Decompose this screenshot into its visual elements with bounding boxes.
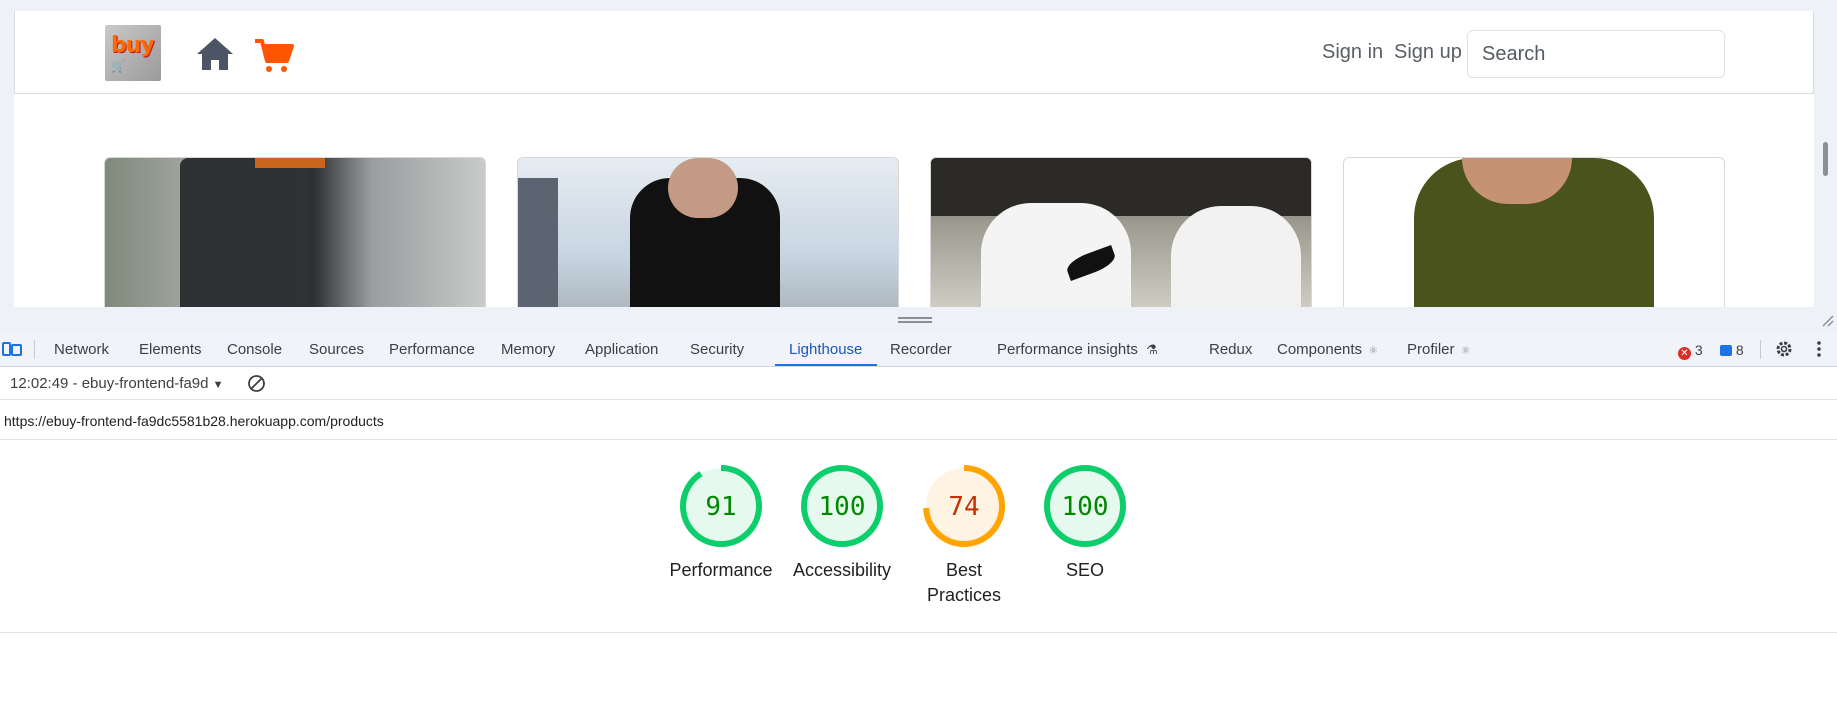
product-card[interactable] xyxy=(1343,157,1725,307)
product-image-detail xyxy=(668,158,738,218)
separator xyxy=(1760,340,1761,359)
logo-cart-icon: 🛒 xyxy=(111,59,126,73)
tab-elements[interactable]: Elements xyxy=(139,341,202,358)
gauge-label: Best Practices xyxy=(904,558,1024,608)
product-card[interactable] xyxy=(104,157,486,307)
tab-profiler[interactable]: Profiler ⚛ xyxy=(1407,341,1471,358)
cart-icon[interactable] xyxy=(253,35,295,75)
report-select[interactable]: 12:02:49 - ebuy-frontend-fa9d ▼ xyxy=(10,375,224,392)
site-navbar: buy 🛒 Sign in Sign up xyxy=(14,11,1814,94)
tab-memory[interactable]: Memory xyxy=(501,341,555,358)
divider xyxy=(0,632,1837,633)
tab-network[interactable]: Network xyxy=(54,341,109,358)
sign-up-link[interactable]: Sign up xyxy=(1394,41,1462,64)
gauge-label: Accessibility xyxy=(792,560,892,580)
clear-icon[interactable] xyxy=(247,374,266,393)
react-icon: ⚛ xyxy=(1368,345,1379,357)
report-url-bar: https://ebuy-frontend-fa9dc5581b28.herok… xyxy=(0,400,1837,440)
score-gauge-icon: 100 xyxy=(801,465,883,547)
resize-corner-icon[interactable] xyxy=(1820,313,1834,327)
lighthouse-toolbar: 12:02:49 - ebuy-frontend-fa9d ▼ xyxy=(0,367,1837,400)
page-viewport: buy 🛒 Sign in Sign up xyxy=(0,0,1837,307)
tab-components-label: Components xyxy=(1277,341,1363,358)
tab-recorder[interactable]: Recorder xyxy=(890,341,952,358)
product-image-detail xyxy=(255,158,325,168)
react-icon: ⚛ xyxy=(1460,345,1471,357)
logo-text: buy xyxy=(111,33,155,58)
home-icon[interactable] xyxy=(195,34,235,74)
dropdown-arrow-icon: ▼ xyxy=(212,379,224,391)
score-gauge-icon: 74 xyxy=(923,465,1005,547)
score-value: 100 xyxy=(1062,492,1109,522)
devtools-tabbar: Network Elements Console Sources Perform… xyxy=(0,332,1837,367)
tab-security[interactable]: Security xyxy=(690,341,744,358)
flask-icon: ⚗ xyxy=(1146,342,1158,357)
score-value: 74 xyxy=(948,492,979,522)
message-count: 8 xyxy=(1735,342,1744,358)
message-count-badge[interactable]: 8 xyxy=(1720,342,1744,358)
tab-performance[interactable]: Performance xyxy=(389,341,475,358)
score-value: 91 xyxy=(705,492,736,522)
tab-performance-insights[interactable]: Performance insights ⚗ xyxy=(997,341,1158,358)
website: buy 🛒 Sign in Sign up xyxy=(14,11,1814,307)
devtools-panel: Network Elements Console Sources Perform… xyxy=(0,332,1837,707)
separator xyxy=(34,340,35,359)
gauge-label: Performance xyxy=(669,560,773,580)
tab-application[interactable]: Application xyxy=(585,341,658,358)
gauge-label-line: Practices xyxy=(926,585,1002,605)
score-gauge-icon: 91 xyxy=(680,465,762,547)
tab-lighthouse[interactable]: Lighthouse xyxy=(789,341,862,358)
performance-gauge[interactable]: 91 Performance xyxy=(661,464,781,583)
active-tab-indicator xyxy=(775,364,877,366)
message-icon xyxy=(1720,345,1732,356)
search-input[interactable] xyxy=(1467,30,1725,78)
product-image-detail xyxy=(518,178,558,307)
sign-in-link[interactable]: Sign in xyxy=(1322,41,1383,64)
resize-handle[interactable] xyxy=(898,317,932,323)
tab-redux[interactable]: Redux xyxy=(1209,341,1252,358)
score-gauge-icon: 100 xyxy=(1044,465,1126,547)
more-options-icon[interactable] xyxy=(1816,340,1822,358)
tab-console[interactable]: Console xyxy=(227,341,282,358)
product-card[interactable] xyxy=(517,157,899,307)
accessibility-gauge[interactable]: 100 Accessibility xyxy=(782,464,902,583)
tab-sources[interactable]: Sources xyxy=(309,341,364,358)
product-image-detail xyxy=(1171,206,1301,307)
site-logo[interactable]: buy 🛒 xyxy=(105,25,161,81)
tab-profiler-label: Profiler xyxy=(1407,341,1455,358)
product-image xyxy=(180,158,300,307)
gauge-label: SEO xyxy=(1065,560,1104,580)
page-scrollbar[interactable] xyxy=(1823,142,1828,176)
tab-performance-insights-label: Performance insights xyxy=(997,341,1138,358)
error-count-badge[interactable]: ✕ 3 xyxy=(1678,342,1703,360)
report-select-value: 12:02:49 - ebuy-frontend-fa9d xyxy=(10,375,209,392)
error-count: 3 xyxy=(1694,342,1703,358)
tab-components[interactable]: Components ⚛ xyxy=(1277,341,1378,358)
seo-gauge[interactable]: 100 SEO xyxy=(1025,464,1145,583)
product-card[interactable] xyxy=(930,157,1312,307)
error-icon: ✕ xyxy=(1678,347,1691,360)
score-value: 100 xyxy=(819,492,866,522)
gauge-label-line: Best xyxy=(945,560,983,580)
device-toolbar-icon[interactable] xyxy=(2,341,22,357)
report-url[interactable]: https://ebuy-frontend-fa9dc5581b28.herok… xyxy=(4,413,384,429)
best-practices-gauge[interactable]: 74 Best Practices xyxy=(904,464,1024,608)
devtools-resize-bar[interactable] xyxy=(0,307,1837,332)
gear-icon[interactable] xyxy=(1775,340,1793,358)
